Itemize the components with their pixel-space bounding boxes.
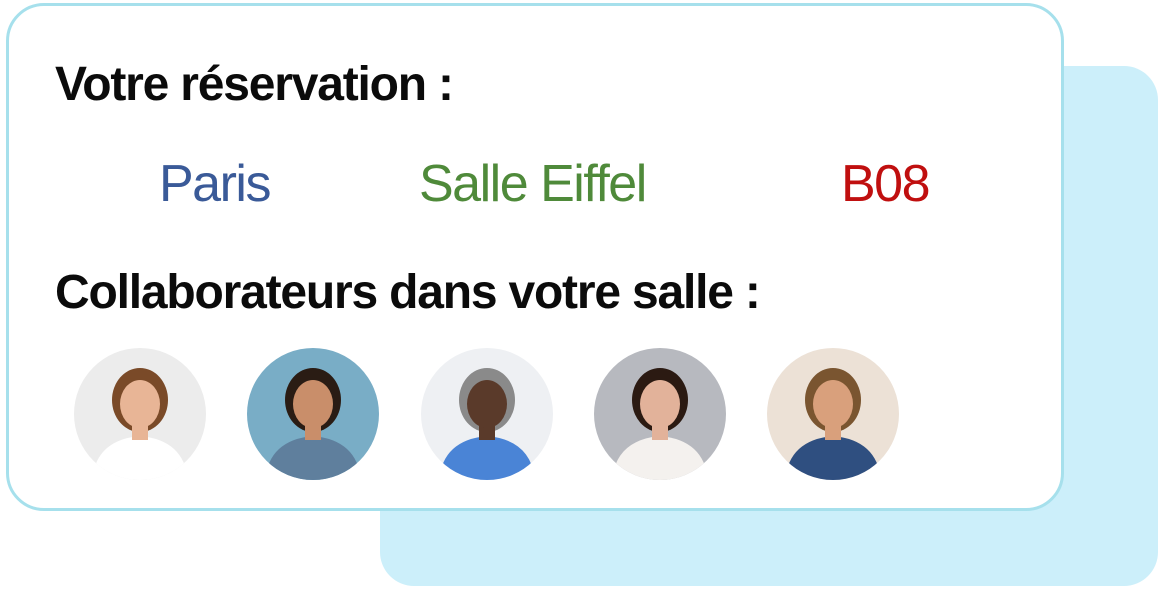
collaborator-avatar-1[interactable]	[74, 348, 206, 480]
collaborator-avatar-3[interactable]	[421, 348, 553, 480]
reservation-card: Votre réservation : Paris Salle Eiffel B…	[6, 3, 1064, 511]
avatar-man-tshirt	[247, 348, 379, 480]
collaborator-avatar-5[interactable]	[767, 348, 899, 480]
collaborator-avatar-4[interactable]	[594, 348, 726, 480]
avatar-man-sweater	[767, 348, 899, 480]
avatar-man-plaid	[421, 348, 553, 480]
reservation-city: Paris	[159, 155, 271, 213]
collaborator-avatar-2[interactable]	[247, 348, 379, 480]
avatar-woman-dark-hair	[594, 348, 726, 480]
reservation-title: Votre réservation :	[55, 58, 454, 111]
reservation-desk: B08	[841, 155, 931, 213]
avatar-woman-glasses	[74, 348, 206, 480]
reservation-room: Salle Eiffel	[419, 155, 647, 213]
collaborators-title: Collaborateurs dans votre salle :	[55, 266, 761, 319]
